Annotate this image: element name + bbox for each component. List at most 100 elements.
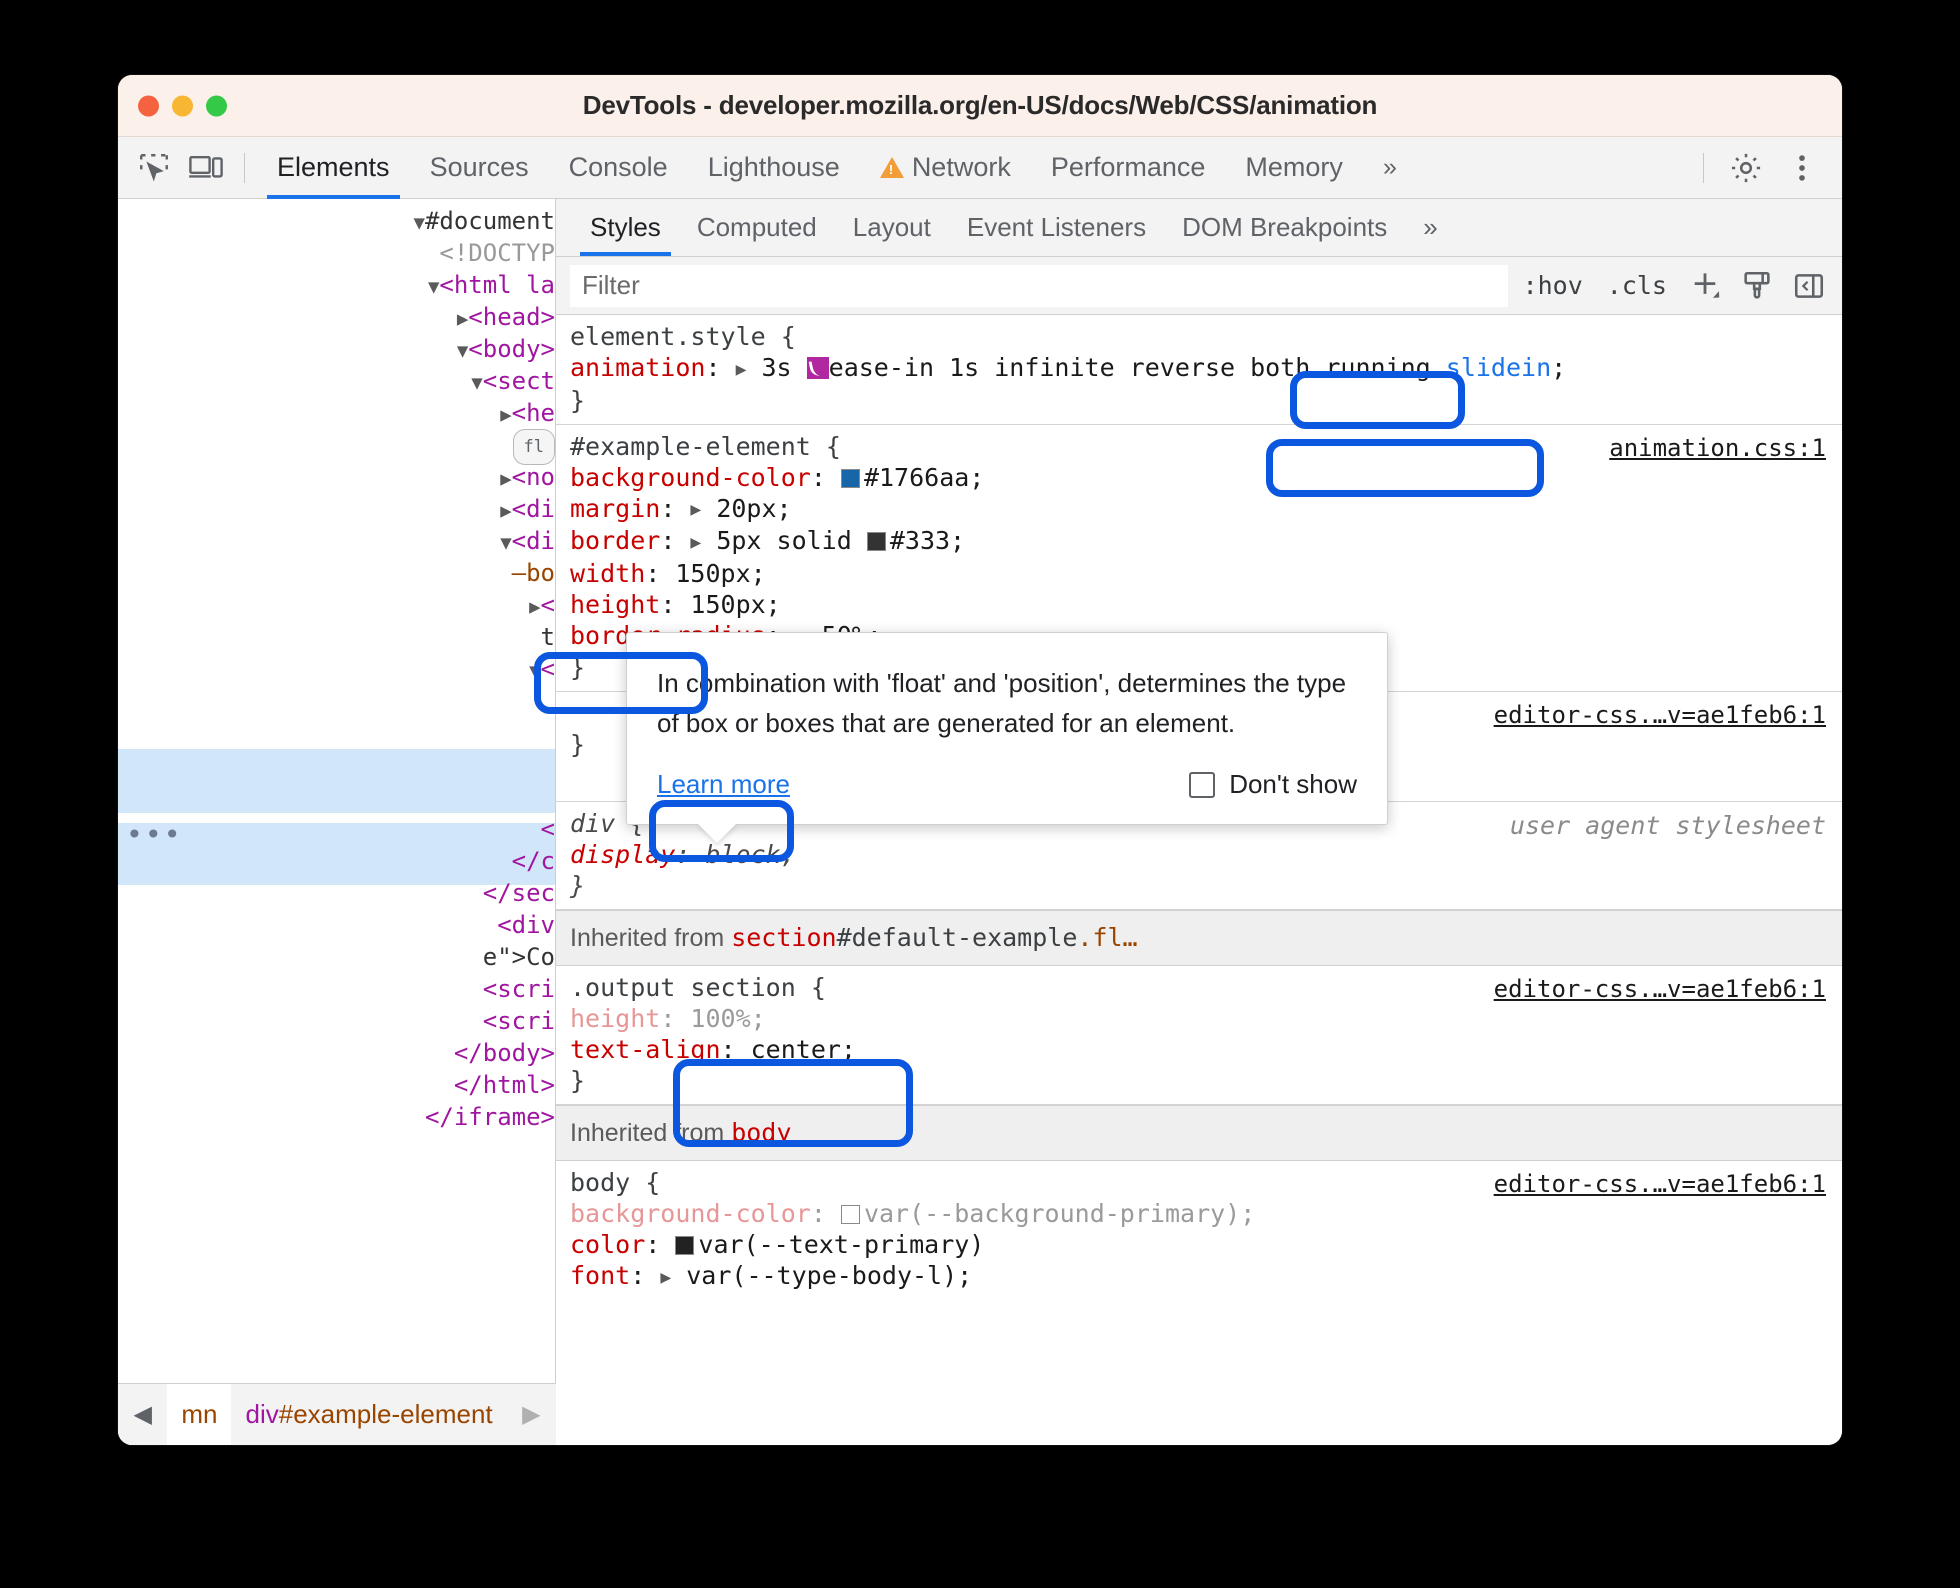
declaration-body-color[interactable]: color: var(--text-primary) (556, 1229, 1842, 1260)
breadcrumb-scroll-right-icon[interactable]: ▶ (507, 1384, 556, 1446)
rule-output-section-origin[interactable]: editor-css.…v=ae1feb6:1 (1494, 974, 1826, 1005)
dom-node-child-1[interactable]: ▶< (118, 589, 555, 621)
tab-styles[interactable]: Styles (572, 199, 679, 256)
dom-node-doctype[interactable]: <!DOCTYP (118, 237, 555, 269)
declaration-display[interactable]: display: block; (556, 839, 1842, 870)
declaration-text-align[interactable]: text-align: center; (556, 1034, 1842, 1065)
dom-tree-pane[interactable]: ••• ▼#document <!DOCTYP ▼<html la ▶<head… (118, 199, 556, 1445)
tab-lighthouse[interactable]: Lighthouse (688, 137, 860, 199)
plus-icon[interactable] (1682, 264, 1728, 308)
width-value[interactable]: 150px; (675, 559, 765, 588)
tab-sources[interactable]: Sources (410, 137, 549, 199)
easing-swatch-icon[interactable] (806, 357, 829, 379)
dom-node-head[interactable]: ▶<head> (118, 301, 555, 333)
css-rules-list[interactable]: element.style { animation: ▶ 3s ease-in … (556, 315, 1842, 1445)
dom-node-document[interactable]: ▼#document (118, 205, 556, 237)
inherited-body-tag[interactable]: body (731, 1118, 791, 1147)
height-value[interactable]: 150px; (690, 590, 780, 619)
dom-node-close-html[interactable]: </html> (118, 1069, 555, 1101)
rule-output-section[interactable]: editor-css.…v=ae1feb6:1 .output section … (556, 966, 1842, 1105)
background-color-value[interactable]: #1766aa; (864, 463, 984, 492)
declaration-margin[interactable]: margin: ▶ 20px; (556, 493, 1842, 526)
tab-memory[interactable]: Memory (1225, 137, 1363, 199)
brush-icon[interactable] (1734, 264, 1780, 308)
minimize-window-button[interactable] (172, 95, 193, 116)
dom-node-body[interactable]: ▼<body> (118, 333, 555, 365)
dom-node-flex-badge[interactable]: fl (118, 429, 555, 465)
tab-computed[interactable]: Computed (679, 199, 835, 256)
declaration-body-background-color[interactable]: background-color: var(--background-prima… (556, 1198, 1842, 1229)
styles-more-tabs-button[interactable]: » (1405, 199, 1455, 256)
declaration-output-height[interactable]: height: 100%; (556, 1003, 1842, 1034)
inspect-element-icon[interactable] (128, 146, 180, 190)
close-window-button[interactable] (138, 95, 159, 116)
inherited-section-tag[interactable]: section (731, 923, 836, 952)
declaration-border[interactable]: border: ▶ 5px solid #333; (556, 525, 1842, 558)
dom-node-close-c[interactable]: </c (118, 845, 555, 877)
dom-node-div-1[interactable]: ▶<di (118, 493, 555, 525)
breadcrumb-item-truncated[interactable]: mn (167, 1383, 232, 1445)
dom-node-text-t[interactable]: t (118, 621, 555, 653)
filter-input[interactable] (570, 264, 1508, 307)
dom-node-noscript[interactable]: ▶<no (118, 461, 555, 493)
cls-button[interactable]: .cls (1598, 271, 1676, 300)
learn-more-link[interactable]: Learn more (657, 769, 790, 800)
tab-console[interactable]: Console (549, 137, 688, 199)
tab-dom-breakpoints[interactable]: DOM Breakpoints (1164, 199, 1405, 256)
dom-node-section[interactable]: ▼<sect (118, 365, 555, 397)
color-swatch-body-bg[interactable] (840, 1205, 860, 1224)
kebab-menu-icon[interactable] (1776, 146, 1828, 190)
rule-body-origin[interactable]: editor-css.…v=ae1feb6:1 (1494, 1169, 1826, 1200)
tab-performance[interactable]: Performance (1031, 137, 1226, 199)
hov-button[interactable]: :hov (1514, 271, 1592, 300)
animation-expander-icon[interactable]: ▶ (736, 354, 747, 385)
declaration-width[interactable]: width: 150px; (556, 558, 1842, 589)
dont-show-checkbox[interactable] (1189, 771, 1216, 798)
rule-body[interactable]: editor-css.…v=ae1feb6:1 body { backgroun… (556, 1161, 1842, 1301)
maximize-window-button[interactable] (206, 95, 227, 116)
color-swatch-background[interactable] (840, 468, 860, 488)
rule-obscured-origin[interactable]: editor-css.…v=ae1feb6:1 (1494, 700, 1826, 731)
declaration-background-color[interactable]: background-color: #1766aa; (556, 462, 1842, 493)
dom-node-html[interactable]: ▼<html la (118, 269, 555, 301)
dom-node-close-iframe[interactable]: </iframe> (118, 1101, 555, 1133)
dom-node-blank-1[interactable] (118, 685, 555, 717)
dont-show-option[interactable]: Don't show (1189, 769, 1357, 800)
breadcrumb-item-div-example-element[interactable]: div #example-element (231, 1384, 506, 1446)
declaration-body-font[interactable]: font: ▶ var(--type-body-l); (556, 1260, 1842, 1293)
rule-example-element-origin[interactable]: animation.css:1 (1609, 433, 1826, 464)
breadcrumb-scroll-left-icon[interactable]: ◀ (118, 1384, 167, 1446)
tab-event-listeners[interactable]: Event Listeners (949, 199, 1164, 256)
tab-elements[interactable]: Elements (257, 137, 410, 199)
body-font-value[interactable]: r(--type-body-l); (716, 1261, 972, 1290)
tab-network[interactable]: Network (860, 137, 1031, 199)
border-expander-icon[interactable]: ▶ (690, 527, 701, 558)
body-background-color-value[interactable]: var(--background-primary); (864, 1199, 1255, 1228)
border-color-value[interactable]: #333; (890, 526, 965, 555)
inherited-section-class[interactable]: .fl… (1077, 923, 1137, 952)
dom-node-close-section[interactable]: </sec (118, 877, 555, 909)
dom-node-div-2[interactable]: ▼<di (118, 525, 555, 557)
declaration-height[interactable]: height: 150px; (556, 589, 1842, 620)
sidebar-toggle-icon[interactable] (1786, 264, 1832, 308)
inherited-section-id[interactable]: #default-example (837, 923, 1078, 952)
output-height-value[interactable]: 100%; (690, 1004, 765, 1033)
dom-node-text-co[interactable]: e">Co (118, 941, 555, 973)
text-align-value[interactable]: center; (751, 1035, 856, 1064)
more-tabs-button[interactable]: » (1363, 137, 1417, 199)
dom-node-selected-2[interactable] (118, 781, 555, 813)
margin-expander-icon[interactable]: ▶ (690, 494, 701, 525)
dom-node-blank-2[interactable] (118, 717, 555, 749)
rule-element-style[interactable]: element.style { animation: ▶ 3s ease-in … (556, 315, 1842, 425)
margin-value[interactable]: 20px; (716, 494, 791, 523)
color-swatch-body-color[interactable] (675, 1236, 695, 1255)
device-toolbar-icon[interactable] (180, 146, 232, 190)
color-swatch-border[interactable] (866, 532, 886, 551)
declaration-animation[interactable]: animation: ▶ 3s ease-in 1s infinite reve… (556, 352, 1842, 385)
dom-node-header[interactable]: ▶<he (118, 397, 555, 429)
window-controls[interactable] (138, 95, 227, 116)
gear-icon[interactable] (1720, 146, 1772, 190)
dom-node-div-3[interactable]: <div (118, 909, 555, 941)
dom-node-script-1[interactable]: <scri (118, 973, 555, 1005)
tab-layout[interactable]: Layout (835, 199, 949, 256)
